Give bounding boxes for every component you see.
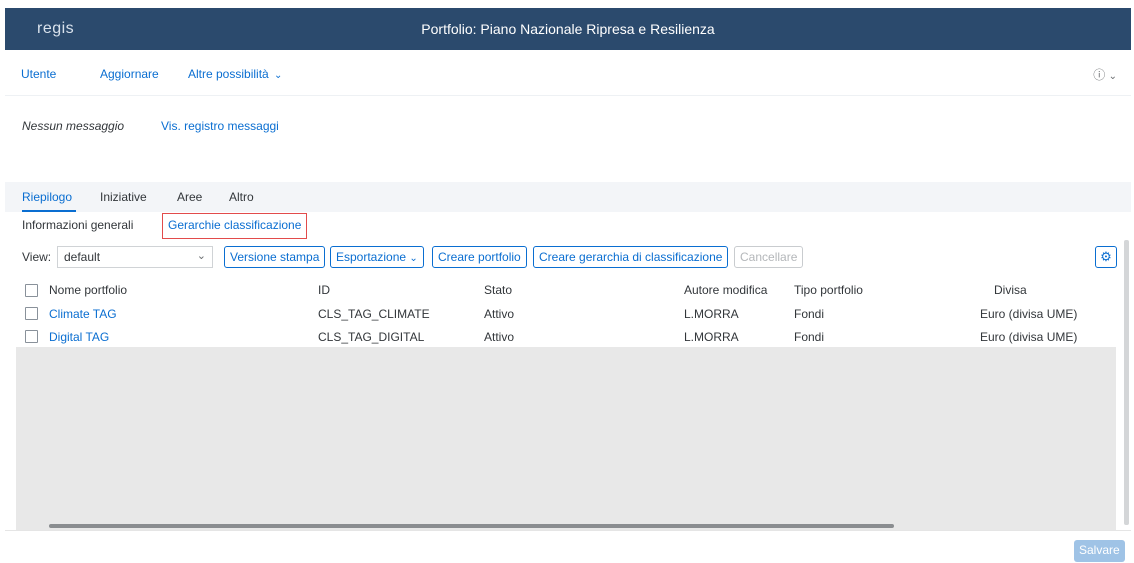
save-button[interactable]: Salvare: [1074, 540, 1125, 562]
portfolio-type: Fondi: [794, 307, 825, 321]
subtab-general-info[interactable]: Informazioni generali: [22, 218, 133, 232]
more-options-button[interactable]: Altre possibilità ⌄: [188, 67, 282, 81]
portfolio-currency: Euro (divisa UME): [980, 330, 1078, 344]
shell-header: regis Portfolio: Piano Nazionale Ripresa…: [5, 8, 1131, 50]
view-select-value: default: [64, 250, 101, 264]
row-checkbox[interactable]: [25, 307, 38, 320]
portfolio-id: CLS_TAG_CLIMATE: [318, 307, 430, 321]
export-button[interactable]: Esportazione ⌄: [330, 246, 424, 268]
table-settings-button[interactable]: ⚙: [1095, 246, 1117, 268]
message-log-link[interactable]: Vis. registro messaggi: [161, 119, 279, 133]
column-header-author[interactable]: Autore modifica: [684, 283, 767, 297]
page-title: Portfolio: Piano Nazionale Ripresa e Res…: [421, 21, 715, 37]
print-version-button[interactable]: Versione stampa: [224, 246, 326, 268]
tab-riepilogo[interactable]: Riepilogo: [22, 190, 72, 204]
more-options-label: Altre possibilità: [188, 67, 269, 81]
app-toolbar: Utente Aggiornare Altre possibilità ⌄ ⓘ …: [5, 50, 1131, 96]
sub-tabs: Informazioni generali Gerarchie classifi…: [5, 212, 1131, 240]
tab-altro[interactable]: Altro: [229, 190, 254, 204]
no-messages-text: Nessun messaggio: [22, 119, 125, 133]
portfolio-author: L.MORRA: [684, 330, 739, 344]
portfolio-currency: Euro (divisa UME): [980, 307, 1078, 321]
empty-table-area: [16, 347, 1116, 530]
tab-iniziative[interactable]: Iniziative: [100, 190, 147, 204]
subtab-classification-hierarchies[interactable]: Gerarchie classificazione: [162, 213, 308, 239]
horizontal-scrollbar[interactable]: [49, 524, 894, 528]
vertical-scrollbar[interactable]: [1124, 240, 1129, 525]
user-menu-button[interactable]: Utente: [21, 67, 56, 81]
create-portfolio-button[interactable]: Creare portfolio: [432, 246, 527, 268]
row-checkbox[interactable]: [25, 330, 38, 343]
column-header-status[interactable]: Stato: [484, 283, 512, 297]
chevron-down-icon: ⌄: [1108, 71, 1117, 82]
view-label: View:: [22, 250, 52, 264]
main-tabs: Riepilogo Iniziative Aree Altro: [5, 182, 1131, 212]
help-button[interactable]: ⓘ ⌄: [1093, 66, 1117, 83]
create-hierarchy-button[interactable]: Creare gerarchia di classificazione: [533, 246, 729, 268]
chevron-down-icon: ⌄: [409, 253, 418, 264]
gear-icon: ⚙: [1100, 249, 1112, 264]
chevron-down-icon: ⌄: [274, 70, 283, 81]
column-header-name[interactable]: Nome portfolio: [49, 283, 127, 297]
export-label: Esportazione: [336, 250, 407, 264]
column-header-type[interactable]: Tipo portfolio: [794, 283, 863, 297]
portfolio-name-link[interactable]: Digital TAG: [49, 330, 109, 344]
portfolio-type: Fondi: [794, 330, 825, 344]
portfolio-table-panel: View: default ⌄ Versione stampa Esportaz…: [5, 240, 1131, 530]
view-select[interactable]: default ⌄: [57, 246, 213, 268]
footer-bar: Salvare: [5, 530, 1131, 563]
portfolio-id: CLS_TAG_DIGITAL: [318, 330, 425, 344]
column-header-currency[interactable]: Divisa: [994, 283, 1027, 297]
portfolio-author: L.MORRA: [684, 307, 739, 321]
portfolio-status: Attivo: [484, 307, 515, 321]
chevron-down-icon: ⌄: [196, 250, 206, 262]
column-header-id[interactable]: ID: [318, 283, 330, 297]
refresh-button[interactable]: Aggiornare: [100, 67, 159, 81]
portfolio-status: Attivo: [484, 330, 515, 344]
portfolio-name-link[interactable]: Climate TAG: [49, 307, 117, 321]
select-all-checkbox[interactable]: [25, 284, 38, 297]
tab-aree[interactable]: Aree: [177, 190, 202, 204]
delete-button[interactable]: Cancellare: [734, 246, 804, 268]
message-bar: Nessun messaggio Vis. registro messaggi: [5, 97, 1131, 181]
help-circle-icon: ⓘ: [1093, 68, 1106, 82]
